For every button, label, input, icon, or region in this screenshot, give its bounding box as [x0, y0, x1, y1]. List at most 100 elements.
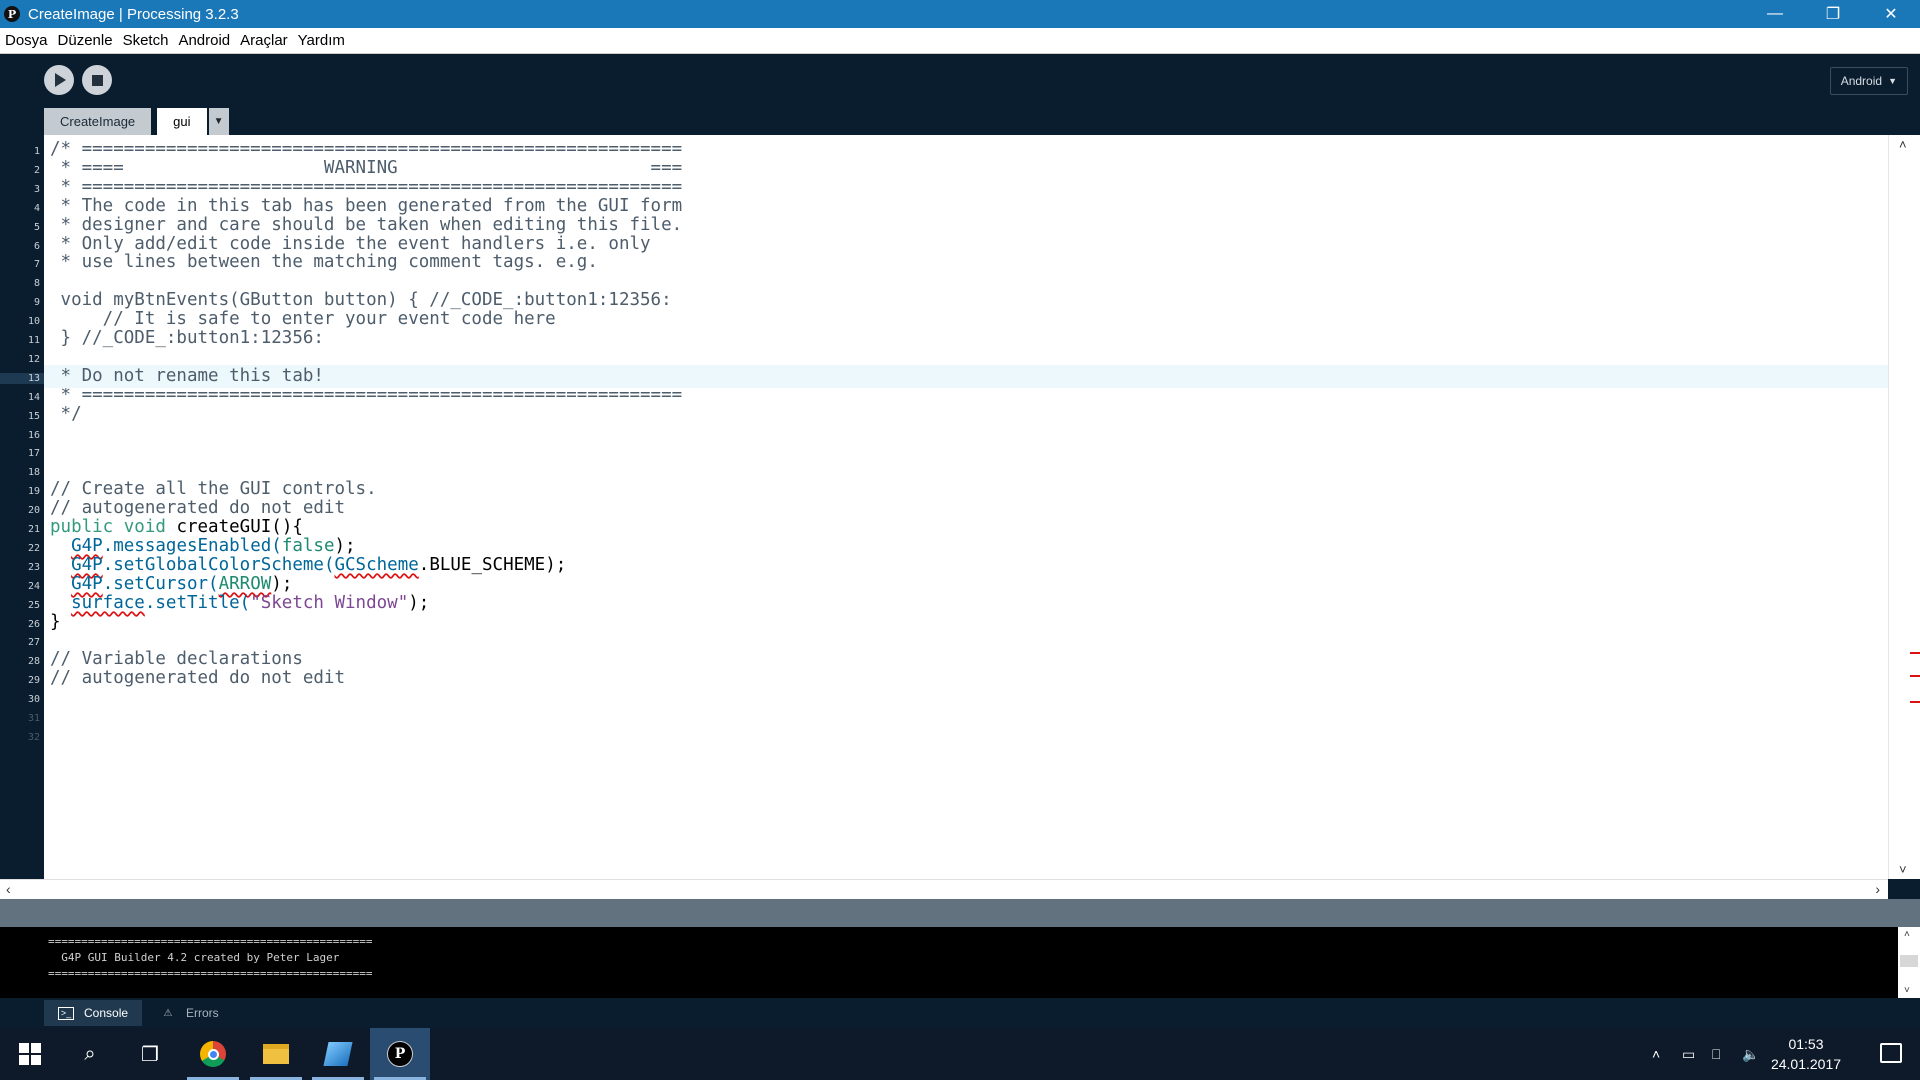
- restore-icon[interactable]: ❐: [1804, 0, 1862, 28]
- scroll-left-icon[interactable]: ‹: [6, 881, 11, 897]
- line-number-gutter: 1 2 3 4 5 6 7 8 9 10 11 12 13 14 15 16 17 18 19 20 21 22 23 24 2…: [0, 135, 44, 879]
- editor-vertical-scrollbar[interactable]: ˄ ˅: [1888, 135, 1920, 879]
- console-line: ========================================…: [48, 935, 373, 948]
- show-hidden-icons-icon[interactable]: ˄: [1652, 1028, 1660, 1080]
- error-marker[interactable]: [1910, 652, 1920, 654]
- scroll-right-icon[interactable]: ›: [1875, 881, 1880, 897]
- chrome-icon[interactable]: [183, 1028, 243, 1080]
- clock-date: 24.01.2017: [1770, 1056, 1842, 1072]
- line-number: 1: [33, 146, 40, 157]
- menu-bar: Dosya Düzenle Sketch Android Araçlar Yar…: [0, 28, 1920, 54]
- line-number: 21: [27, 524, 40, 535]
- line-number: 29: [27, 675, 40, 687]
- line-number: 24: [27, 580, 40, 592]
- line-number: 32: [27, 731, 40, 743]
- mode-label: Android: [1840, 74, 1883, 88]
- menu-sketch[interactable]: Sketch: [119, 32, 173, 49]
- menu-dosya[interactable]: Dosya: [0, 32, 52, 49]
- volume-icon[interactable]: 🔈: [1742, 1028, 1759, 1080]
- line-number: 18: [27, 467, 40, 479]
- tab-errors[interactable]: ⚠ Errors: [146, 1000, 233, 1026]
- warning-icon: ⚠: [163, 1007, 173, 1019]
- console-tabs: >_ Console ⚠ Errors: [0, 998, 1920, 1028]
- error-marker[interactable]: [1910, 701, 1920, 703]
- line-number: 8: [33, 278, 40, 290]
- line-number: 10: [27, 316, 40, 328]
- line-number: 17: [27, 448, 40, 460]
- mode-selector[interactable]: Android ▼: [1829, 67, 1908, 95]
- title-bar: P CreateImage | Processing 3.2.3 — ❐ ✕: [0, 0, 1920, 28]
- tab-menu-arrow-icon[interactable]: ▼: [208, 108, 229, 135]
- line-number: 27: [27, 637, 40, 649]
- line-number: 9: [33, 297, 40, 309]
- windows-taskbar: ⌕ ❐ P ˄ ▭ ⎕ 🔈 01:53 24.01.2017: [0, 1028, 1920, 1080]
- line-number: 12: [27, 353, 40, 365]
- menu-araclar[interactable]: Araçlar: [236, 32, 292, 49]
- line-number: 7: [33, 259, 40, 271]
- line-number: 16: [27, 429, 40, 441]
- play-icon: [55, 73, 66, 87]
- line-number: 25: [27, 599, 40, 611]
- menu-android[interactable]: Android: [174, 32, 234, 49]
- code-editor[interactable]: 1 2 3 4 5 6 7 8 9 10 11 12 13 14 15 16 17 18 19 20 21 22 23 24 2…: [0, 135, 1920, 879]
- line-number: 31: [27, 713, 40, 724]
- window-title: CreateImage | Processing 3.2.3: [28, 5, 239, 23]
- stop-button[interactable]: [82, 65, 112, 95]
- processing-taskbar-icon[interactable]: P: [370, 1028, 430, 1080]
- line-number: 30: [27, 694, 40, 706]
- line-number: 19: [27, 486, 40, 498]
- task-view-icon[interactable]: ❐: [120, 1028, 180, 1080]
- line-number: 5: [33, 221, 40, 233]
- tab-gui[interactable]: gui: [157, 108, 207, 135]
- search-icon[interactable]: ⌕: [60, 1028, 120, 1080]
- scroll-down-icon[interactable]: ˅: [1899, 862, 1907, 877]
- menu-duzenle[interactable]: Düzenle: [54, 32, 117, 49]
- code-line-25[interactable]: surface.setTitle("Sketch Window");: [44, 592, 1888, 615]
- close-icon[interactable]: ✕: [1862, 0, 1920, 28]
- line-number: 4: [33, 202, 40, 214]
- error-marker[interactable]: [1910, 675, 1920, 677]
- scroll-thumb[interactable]: [1900, 955, 1918, 967]
- status-bar: [0, 899, 1920, 927]
- line-number: 13: [0, 372, 44, 384]
- scroll-down-icon[interactable]: ˅: [1904, 985, 1910, 996]
- line-number: 28: [27, 656, 40, 668]
- tab-createimage[interactable]: CreateImage: [44, 108, 152, 135]
- console-line: G4P GUI Builder 4.2 created by Peter Lag…: [48, 951, 340, 964]
- console-scrollbar[interactable]: ˄ ˅: [1898, 927, 1920, 998]
- line-number: 20: [27, 505, 40, 517]
- line-number: 26: [27, 618, 40, 630]
- scroll-up-icon[interactable]: ˄: [1899, 137, 1907, 152]
- console-icon: >_: [58, 1006, 74, 1020]
- scroll-up-icon[interactable]: ˄: [1904, 929, 1910, 940]
- code-line[interactable]: /* =====================================…: [44, 138, 1888, 161]
- tab-console[interactable]: >_ Console: [44, 1000, 143, 1026]
- run-button[interactable]: [44, 65, 74, 95]
- action-center-icon[interactable]: [1880, 1043, 1902, 1063]
- windows-logo-icon: [19, 1043, 41, 1065]
- console-line: ========================================…: [48, 967, 373, 980]
- chevron-down-icon: ▼: [1888, 76, 1897, 86]
- window-controls: — ❐ ✕: [1746, 0, 1920, 28]
- system-clock[interactable]: 01:53 24.01.2017: [1766, 1034, 1846, 1074]
- start-button[interactable]: [0, 1028, 60, 1080]
- line-number: 3: [33, 183, 40, 195]
- line-number: 6: [33, 240, 40, 252]
- app-icon[interactable]: [308, 1028, 368, 1080]
- line-number: 23: [27, 561, 40, 573]
- processing-app-icon: P: [4, 6, 20, 22]
- editor-horizontal-scrollbar[interactable]: ‹ ›: [0, 879, 1888, 899]
- menu-yardim[interactable]: Yardım: [294, 32, 349, 49]
- minimize-icon[interactable]: —: [1746, 0, 1804, 28]
- network-icon[interactable]: ⎕: [1712, 1028, 1720, 1080]
- line-number: 14: [27, 391, 40, 403]
- code-area[interactable]: // autogenerated do not edit// Variable …: [44, 135, 1888, 879]
- file-explorer-icon[interactable]: [246, 1028, 306, 1080]
- battery-icon[interactable]: ▭: [1682, 1028, 1695, 1080]
- console-output[interactable]: ========================================…: [0, 927, 1920, 998]
- sketch-tabs: CreateImage gui ▼: [44, 108, 229, 135]
- toolbar: Android ▼ CreateImage gui ▼: [0, 55, 1920, 135]
- line-number: 11: [27, 335, 40, 346]
- line-number: 15: [27, 410, 40, 422]
- line-number: 22: [27, 542, 40, 554]
